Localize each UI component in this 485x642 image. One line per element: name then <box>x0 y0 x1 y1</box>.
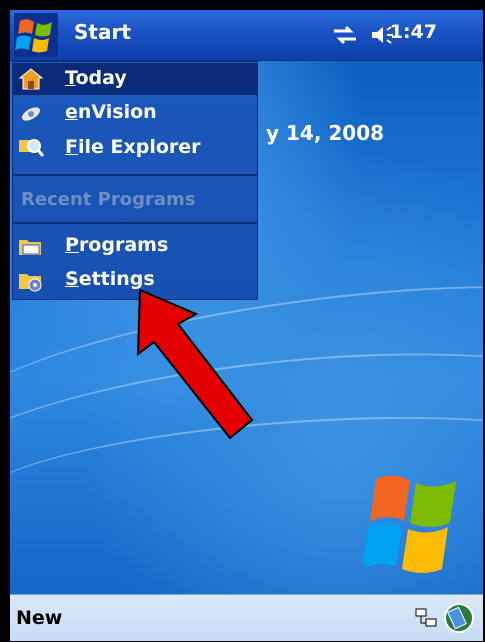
start-menu: Today enVision File Explorer Recent Prog… <box>12 61 258 300</box>
programs-folder-icon <box>19 240 41 255</box>
recent-programs-header: Recent Programs <box>21 189 196 210</box>
menu-item-file-explorer[interactable]: File Explorer <box>13 132 257 164</box>
network-icon[interactable] <box>413 605 439 631</box>
annotation-arrow-icon <box>136 288 254 440</box>
title-label: Start <box>74 20 131 44</box>
windows-flag-icon <box>15 19 52 53</box>
device-frame: y 14, 2008 Start 1:47 Today enVision Fil… <box>0 0 485 642</box>
menu-item-today[interactable]: Today <box>13 63 257 95</box>
start-button[interactable] <box>14 13 58 57</box>
envision-icon <box>21 107 41 121</box>
menu-item-label: enVision <box>65 101 157 123</box>
taskbar: New <box>10 594 483 641</box>
today-date: y 14, 2008 <box>266 121 385 145</box>
sync-icon[interactable] <box>441 601 477 635</box>
menu-item-label: File Explorer <box>65 136 201 158</box>
menu-divider <box>13 222 257 224</box>
title-bar: Start 1:47 <box>10 10 483 61</box>
menu-divider <box>13 174 257 176</box>
windows-logo-icon <box>364 475 456 573</box>
menu-item-label: Today <box>65 67 127 89</box>
new-softkey[interactable]: New <box>16 607 62 629</box>
menu-item-label: Programs <box>65 234 169 256</box>
file-explorer-icon <box>19 139 45 157</box>
menu-item-programs[interactable]: Programs <box>13 230 257 262</box>
menu-item-envision[interactable]: enVision <box>13 97 257 129</box>
today-icon <box>18 68 44 90</box>
clock[interactable]: 1:47 <box>390 21 437 43</box>
settings-folder-icon <box>19 274 42 292</box>
connectivity-icon[interactable] <box>332 24 358 46</box>
